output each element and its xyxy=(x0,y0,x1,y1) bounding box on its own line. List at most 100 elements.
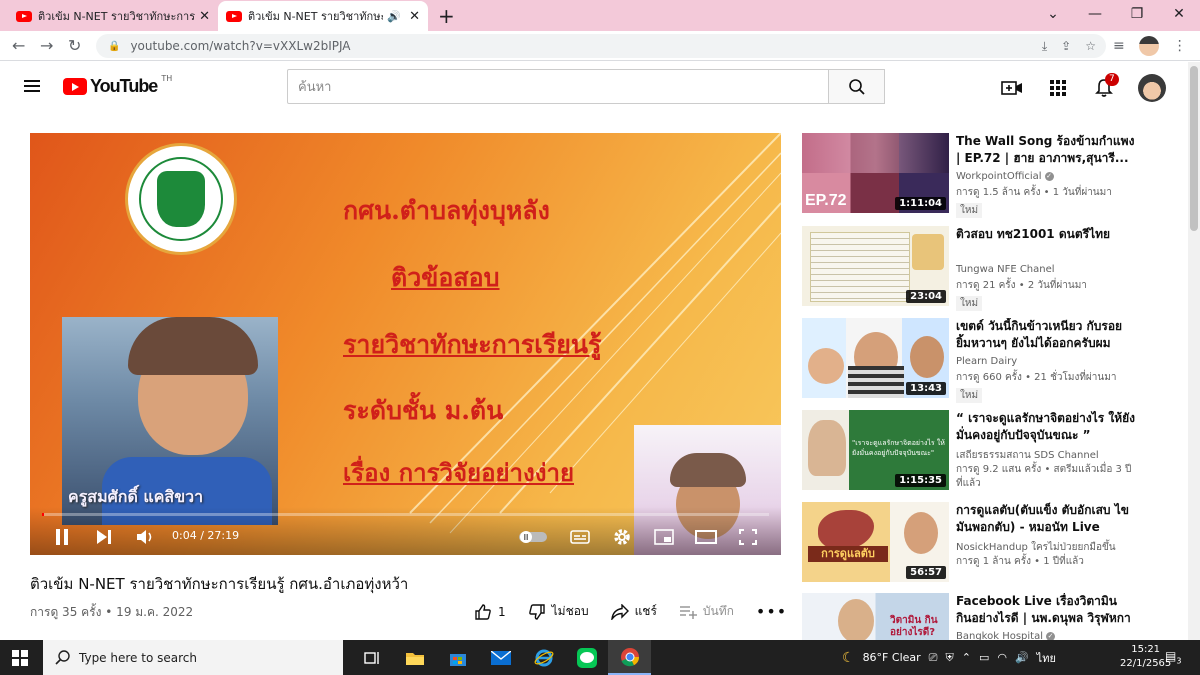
volume-button[interactable] xyxy=(136,525,156,549)
speaker-icon[interactable]: 🔊 xyxy=(387,10,401,23)
autoplay-toggle[interactable] xyxy=(518,525,548,549)
url-bar[interactable]: 🔒 youtube.com/watch?v=vXXLw2bIPJA ⤓ ⇪ ☆ xyxy=(96,34,1106,58)
channel-name[interactable]: Bangkok Hospital ✓ xyxy=(956,631,1055,640)
close-tab-icon[interactable]: ✕ xyxy=(199,9,210,24)
speaker-icon[interactable]: 🔊 xyxy=(1015,651,1029,664)
video-thumbnail[interactable]: การดูแลตับ 56:57 xyxy=(802,502,949,582)
tab-search-chevron-icon[interactable]: ⌄ xyxy=(1032,0,1074,31)
hamburger-menu-icon[interactable] xyxy=(24,80,40,92)
address-toolbar: ← → ↻ 🔒 youtube.com/watch?v=vXXLw2bIPJA … xyxy=(0,31,1200,61)
browser-tab[interactable]: ติวเข้ม N-NET รายวิชาทักษะการเรียนรู้ ✕ xyxy=(8,1,218,31)
recommended-video[interactable]: วิตามิน กินอย่างไรดี? Facebook Live เรื่… xyxy=(802,593,1182,640)
browser-menu-icon[interactable]: ⋮ xyxy=(1173,38,1187,54)
video-thumbnail[interactable]: "เราจะดูแลรักษาจิตอย่างไร ให้ยังมั่นคงอย… xyxy=(802,410,949,490)
video-thumbnail[interactable]: วิตามิน กินอย่างไรดี? xyxy=(802,593,949,640)
video-thumbnail[interactable]: 13:43 xyxy=(802,318,949,398)
subtitles-button[interactable] xyxy=(568,525,592,549)
line-chat-icon xyxy=(576,647,597,668)
more-actions-button[interactable]: ••• xyxy=(756,602,787,621)
theater-mode-button[interactable] xyxy=(694,525,718,549)
defender-shield-icon[interactable]: ⛨ xyxy=(945,651,953,665)
recommended-video[interactable]: 13:43 เขตด์ วันนี้กินข้าวเหนียว กับรอยยิ… xyxy=(802,318,1182,404)
reload-icon[interactable]: ↻ xyxy=(68,36,81,55)
weather-text[interactable]: 86°F Clear xyxy=(863,651,921,664)
channel-name[interactable]: เสถียรธรรมสถาน SDS Channel xyxy=(956,448,1099,463)
restore-icon[interactable]: ❐ xyxy=(1116,0,1158,31)
store-button[interactable] xyxy=(436,640,479,675)
settings-button[interactable] xyxy=(610,525,634,549)
install-icon[interactable]: ⤓ xyxy=(1042,39,1047,54)
forward-arrow-icon[interactable]: → xyxy=(40,36,53,55)
media-queue-icon[interactable]: ≡ xyxy=(1113,38,1125,54)
share-arrow-icon xyxy=(610,603,629,620)
apps-grid-button[interactable] xyxy=(1046,76,1070,100)
video-player[interactable]: กศน.ตำบลทุ่งบุหลัง ติวข้อสอบ รายวิชาทักษ… xyxy=(30,133,781,555)
minimize-icon[interactable]: — xyxy=(1074,0,1116,31)
meet-now-icon[interactable]: ⎚ xyxy=(929,651,938,665)
file-explorer-button[interactable] xyxy=(393,640,436,675)
search-button[interactable] xyxy=(829,69,885,104)
new-tab-plus-icon[interactable]: + xyxy=(438,4,455,28)
input-language[interactable]: ไทย xyxy=(1037,649,1056,667)
video-thumbnail[interactable]: 23:04 xyxy=(802,226,949,306)
wifi-icon[interactable]: ◠ xyxy=(997,651,1007,664)
close-tab-icon[interactable]: ✕ xyxy=(409,9,420,24)
back-arrow-icon[interactable]: ← xyxy=(12,36,25,55)
page-scrollbar[interactable] xyxy=(1188,62,1200,640)
video-thumbnail[interactable]: EP.72 1:11:04 xyxy=(802,133,949,213)
dislike-button[interactable]: ไม่ชอบ xyxy=(528,602,589,621)
line-app-button[interactable] xyxy=(565,640,608,675)
profile-avatar[interactable] xyxy=(1138,36,1159,56)
recommended-video[interactable]: "เราจะดูแลรักษาจิตอย่างไร ให้ยังมั่นคงอย… xyxy=(802,410,1182,496)
channel-name[interactable]: Plearn Dairy xyxy=(956,356,1017,367)
windows-start-icon[interactable] xyxy=(12,650,28,666)
search-icon xyxy=(55,650,70,665)
battery-icon[interactable]: ▭ xyxy=(979,651,989,664)
recommended-title[interactable]: Facebook Live เรื่องวิตามิน กินอย่างไรดี… xyxy=(956,593,1136,627)
channel-name[interactable]: NosickHandup ใครไม่ป่วยยกมือขึ้น xyxy=(956,540,1116,555)
next-button[interactable] xyxy=(94,525,114,549)
task-view-button[interactable] xyxy=(350,640,393,675)
weather-moon-icon: ☾ xyxy=(842,649,855,666)
taskbar-search-box[interactable]: Type here to search xyxy=(43,640,343,675)
taskbar-clock[interactable]: 15:21 22/1/2565 xyxy=(1120,643,1171,671)
like-button[interactable]: 1 xyxy=(474,603,506,621)
recommended-title[interactable]: การดูแลตับ(ตับแข็ง ตับอักเสบ ไขมันพอกตับ… xyxy=(956,502,1136,536)
recommended-title[interactable]: The Wall Song ร้องข้ามกำแพง | EP.72 | ฮา… xyxy=(956,133,1136,167)
verified-check-icon: ✓ xyxy=(1044,171,1054,181)
notifications-button[interactable]: 7 xyxy=(1092,73,1119,100)
browser-tab-active[interactable]: ติวเข้ม N-NET รายวิชาทักษะการเรี 🔊 ✕ xyxy=(218,1,428,31)
hidden-icons-chevron-icon[interactable]: ⌃ xyxy=(962,651,971,664)
fullscreen-button[interactable] xyxy=(736,525,760,549)
recommended-video[interactable]: EP.72 1:11:04 The Wall Song ร้องข้ามกำแพ… xyxy=(802,133,1182,219)
bookmark-star-icon[interactable]: ☆ xyxy=(1085,39,1096,53)
account-avatar[interactable] xyxy=(1138,74,1166,102)
scrollbar-thumb[interactable] xyxy=(1190,66,1198,231)
slide-text-line: รายวิชาทักษะการเรียนรู้ xyxy=(343,330,602,359)
recommended-title[interactable]: ติวสอบ ทช21001 ดนตรีไทย xyxy=(956,226,1136,243)
recommended-video[interactable]: การดูแลตับ 56:57 การดูแลตับ(ตับแข็ง ตับอ… xyxy=(802,502,1182,588)
recommended-video[interactable]: 23:04 ติวสอบ ทช21001 ดนตรีไทย Tungwa NFE… xyxy=(802,226,1182,312)
chrome-browser-button[interactable] xyxy=(608,640,651,675)
close-window-icon[interactable]: ✕ xyxy=(1158,0,1200,31)
recommended-title[interactable]: “ เราจะดูแลรักษาจิตอย่างไร ให้ยังมั่นคงอ… xyxy=(956,410,1136,444)
channel-name[interactable]: WorkpointOfficial ✓ xyxy=(956,171,1054,182)
mail-button[interactable] xyxy=(479,640,522,675)
youtube-logo[interactable]: YouTube TH xyxy=(63,74,172,97)
recommended-title[interactable]: เขตด์ วันนี้กินข้าวเหนียว กับรอยยิ้มหวาน… xyxy=(956,318,1136,352)
channel-name[interactable]: Tungwa NFE Chanel xyxy=(956,264,1055,275)
share-icon[interactable]: ⇪ xyxy=(1061,39,1071,53)
create-video-button[interactable] xyxy=(1000,76,1024,100)
action-center-button[interactable]: ▤3 xyxy=(1165,649,1181,665)
share-button[interactable]: แชร์ xyxy=(610,602,657,621)
subtitles-icon xyxy=(570,530,590,544)
thumbs-down-icon xyxy=(528,603,545,620)
save-button[interactable]: บันทึก xyxy=(679,602,734,621)
edge-browser-button[interactable] xyxy=(522,640,565,675)
pause-button[interactable] xyxy=(52,525,72,549)
progress-bar[interactable] xyxy=(42,513,769,516)
miniplayer-button[interactable] xyxy=(652,525,676,549)
url-text: youtube.com/watch?v=vXXLw2bIPJA xyxy=(130,39,351,53)
search-input[interactable]: ค้นหา xyxy=(287,69,829,104)
new-badge: ใหม่ xyxy=(956,203,983,218)
